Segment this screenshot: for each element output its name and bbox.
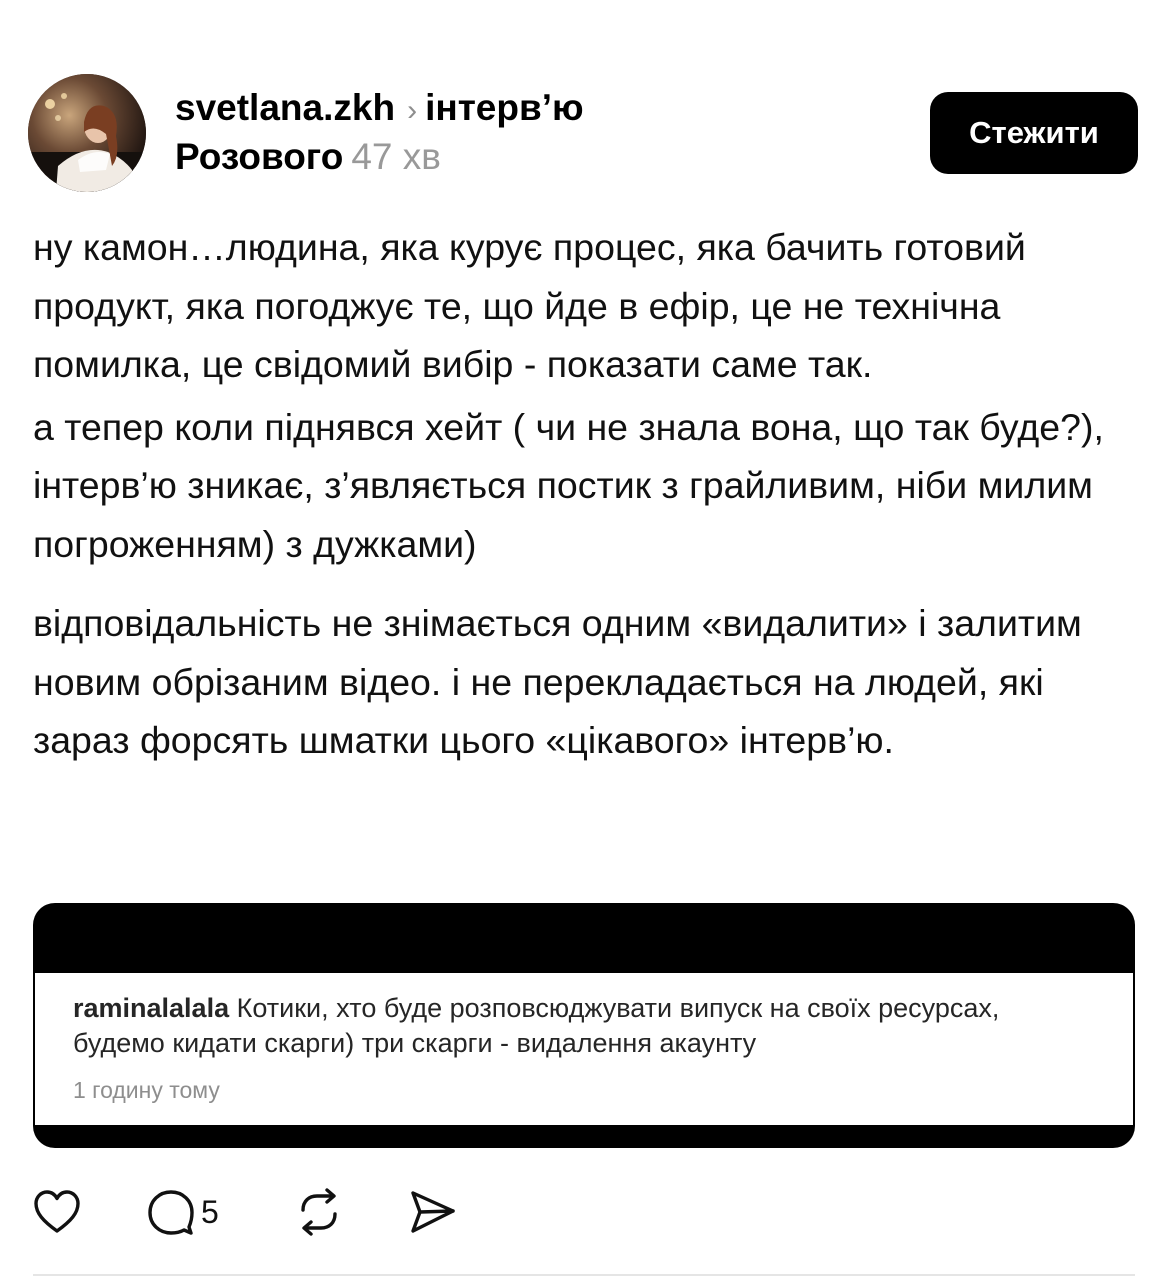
post-divider — [33, 1274, 1135, 1276]
topic-tag-link[interactable]: інтерв’ю — [425, 87, 584, 128]
screenshot-comment-panel: raminalalala Котики, хто буде розповсюдж… — [35, 973, 1133, 1125]
share-button[interactable] — [409, 1188, 457, 1236]
chevron-right-icon: › — [407, 94, 418, 127]
like-button[interactable] — [33, 1188, 81, 1236]
post-meta: svetlana.zkh › інтерв’ю Розового 47 хв — [175, 86, 875, 181]
comment-count: 5 — [201, 1193, 219, 1230]
post-text: ну камон…людина, яка курує процес, яка б… — [33, 218, 1143, 770]
comment-button[interactable]: 5 — [147, 1188, 219, 1236]
topic-time-line: Розового 47 хв — [175, 133, 875, 181]
post: svetlana.zkh › інтерв’ю Розового 47 хв Стеж… — [0, 0, 1168, 1280]
quoted-comment: raminalalala Котики, хто буде розповсюдж… — [73, 991, 1093, 1061]
follow-button[interactable]: Стежити — [930, 92, 1138, 174]
topic-tag-continuation[interactable]: Розового — [175, 136, 343, 177]
comment-bubble-icon — [148, 1190, 194, 1235]
author-line: svetlana.zkh › інтерв’ю — [175, 86, 875, 133]
repost-icon — [301, 1188, 337, 1236]
avatar[interactable] — [28, 74, 146, 192]
quoted-comment-time: 1 годину тому — [73, 1077, 220, 1103]
post-paragraph: відповідальність не знімається одним «ви… — [33, 602, 1082, 761]
quoted-comment-username: raminalalala — [73, 993, 230, 1023]
post-paragraph: ну камон…людина, яка курує процес, яка б… — [33, 226, 1026, 385]
post-paragraph: а тепер коли піднявся хейт ( чи не знала… — [33, 405, 1104, 565]
post-header: svetlana.zkh › інтерв’ю Розового 47 хв Стеж… — [28, 74, 1138, 194]
repost-button[interactable] — [295, 1188, 343, 1236]
send-icon — [411, 1191, 455, 1233]
username-link[interactable]: svetlana.zkh — [175, 87, 395, 128]
post-timestamp: 47 хв — [351, 136, 441, 177]
avatar-image — [28, 74, 146, 192]
attached-screenshot[interactable]: raminalalala Котики, хто буде розповсюдж… — [33, 903, 1135, 1148]
heart-icon — [34, 1190, 80, 1233]
action-bar: 5 — [33, 1188, 533, 1238]
